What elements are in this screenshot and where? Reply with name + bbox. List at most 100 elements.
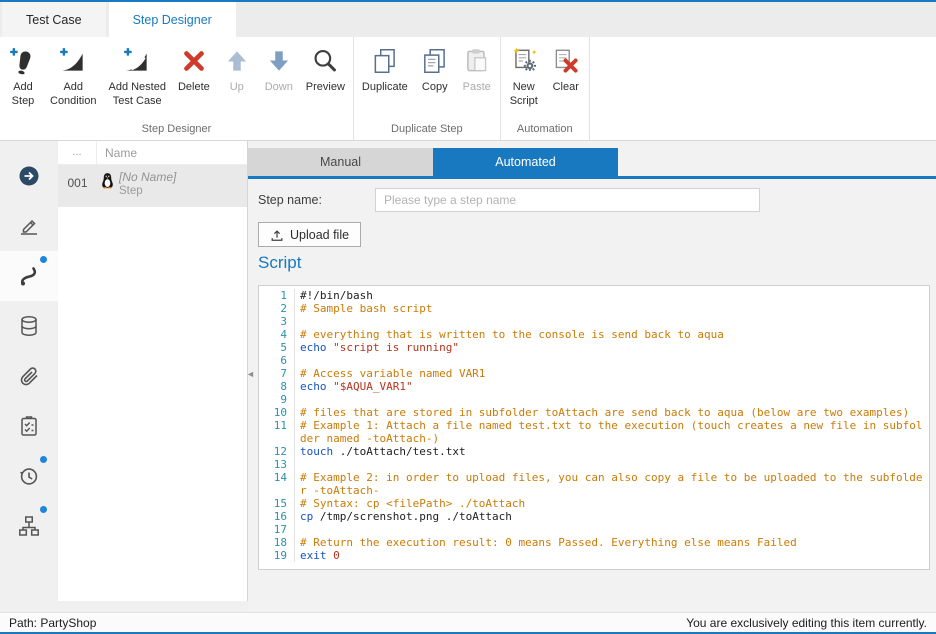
ribbon-buttons-row: Add Step Add Condition Add Nested Test C…: [2, 37, 351, 121]
tab-step-designer[interactable]: Step Designer: [109, 2, 236, 37]
code-line: 15# Syntax: cp <filePath> ./toAttach: [259, 497, 929, 510]
down-button[interactable]: Down: [258, 44, 300, 96]
code-text[interactable]: [295, 315, 926, 328]
history-clock-icon: [17, 464, 41, 488]
status-lock-message: You are exclusively editing this item cu…: [686, 616, 927, 630]
up-arrow-icon: [222, 46, 252, 76]
add-step-icon: [8, 46, 38, 76]
preview-label: Preview: [306, 80, 345, 94]
paste-clipboard-icon: [462, 46, 492, 76]
add-condition-icon: [58, 46, 88, 76]
clear-label: Clear: [553, 80, 579, 94]
delete-button[interactable]: Delete: [172, 44, 216, 96]
sidebar-item-dependencies[interactable]: [0, 501, 58, 551]
panel-collapse-handle[interactable]: ◄: [246, 370, 255, 379]
step-row-text: [No Name] Step: [119, 170, 176, 203]
code-line: 18# Return the execution result: 0 means…: [259, 536, 929, 549]
ribbon-group-automation: New Script Clear Automation: [501, 37, 590, 140]
code-text[interactable]: # Syntax: cp <filePath> ./toAttach: [295, 497, 926, 510]
line-number: 8: [259, 380, 295, 393]
code-text[interactable]: [295, 393, 926, 406]
history-badge: [40, 456, 47, 463]
paste-button[interactable]: Paste: [456, 44, 498, 96]
code-text[interactable]: # Sample bash script: [295, 302, 926, 315]
code-line: 9: [259, 393, 929, 406]
tab-manual[interactable]: Manual: [248, 148, 433, 176]
delete-label: Delete: [178, 80, 210, 94]
upload-label: Upload file: [290, 228, 349, 242]
code-text[interactable]: touch ./toAttach/test.txt: [295, 445, 926, 458]
sidebar-item-edit[interactable]: [0, 201, 58, 251]
new-script-label: New Script: [510, 80, 538, 109]
code-text[interactable]: exit 0: [295, 549, 926, 562]
step-list-header: ... Name: [58, 141, 247, 165]
line-number: 5: [259, 341, 295, 354]
ribbon-buttons-row: Duplicate Copy Paste: [356, 37, 498, 121]
copy-button[interactable]: Copy: [414, 44, 456, 96]
column-header-name[interactable]: Name: [97, 141, 137, 164]
script-code-editor[interactable]: 1#!/bin/bash2# Sample bash script34# eve…: [258, 285, 930, 570]
line-number: 13: [259, 458, 295, 471]
step-row-title: [No Name]: [119, 170, 176, 184]
up-button[interactable]: Up: [216, 44, 258, 96]
steps-badge: [40, 256, 47, 263]
sidebar-item-data[interactable]: [0, 301, 58, 351]
status-bar: Path: PartyShop You are exclusively edit…: [0, 612, 936, 632]
code-text[interactable]: [295, 458, 926, 471]
code-line: 16cp /tmp/screnshot.png ./toAttach: [259, 510, 929, 523]
code-line: 14# Example 2: in order to upload files,…: [259, 471, 929, 497]
code-line: 8echo "$AQUA_VAR1": [259, 380, 929, 393]
sidebar-item-history[interactable]: [0, 451, 58, 501]
code-text[interactable]: # Access variable named VAR1: [295, 367, 926, 380]
step-row[interactable]: 001 [No Name] Step: [58, 165, 247, 207]
code-text[interactable]: # Example 1: Attach a file named test.tx…: [295, 419, 926, 445]
code-line: 12touch ./toAttach/test.txt: [259, 445, 929, 458]
line-number: 19: [259, 549, 295, 562]
data-icon: [17, 314, 41, 338]
line-number: 7: [259, 367, 295, 380]
line-number: 14: [259, 471, 295, 497]
line-number: 18: [259, 536, 295, 549]
code-text[interactable]: # files that are stored in subfolder toA…: [295, 406, 926, 419]
code-text[interactable]: #!/bin/bash: [295, 289, 926, 302]
attachments-paperclip-icon: [17, 364, 41, 388]
column-header-more[interactable]: ...: [58, 141, 97, 164]
down-arrow-icon: [264, 46, 294, 76]
code-text[interactable]: # Return the execution result: 0 means P…: [295, 536, 926, 549]
paste-label: Paste: [463, 80, 491, 94]
clear-button[interactable]: Clear: [545, 44, 587, 96]
new-script-gear-icon: [509, 46, 539, 76]
left-icon-sidebar: [0, 141, 58, 612]
add-condition-button[interactable]: Add Condition: [44, 44, 102, 111]
sidebar-item-navigate[interactable]: [0, 151, 58, 201]
step-row-main: [No Name] Step: [97, 169, 176, 203]
duplicate-button[interactable]: Duplicate: [356, 44, 414, 96]
tab-automated[interactable]: Automated: [433, 148, 618, 176]
step-name-input[interactable]: [375, 188, 760, 212]
preview-magnifier-icon: [310, 46, 340, 76]
code-text[interactable]: [295, 523, 926, 536]
code-text[interactable]: cp /tmp/screnshot.png ./toAttach: [295, 510, 926, 523]
preview-button[interactable]: Preview: [300, 44, 351, 96]
code-text[interactable]: # everything that is written to the cons…: [295, 328, 926, 341]
sidebar-item-checklist[interactable]: [0, 401, 58, 451]
code-line: 11# Example 1: Attach a file named test.…: [259, 419, 929, 445]
sidebar-item-steps[interactable]: [0, 251, 58, 301]
steps-icon: [17, 264, 41, 288]
code-text[interactable]: echo "$AQUA_VAR1": [295, 380, 926, 393]
delete-icon: [179, 46, 209, 76]
code-line: 6: [259, 354, 929, 367]
ribbon-group-label-duplicate-step: Duplicate Step: [356, 121, 498, 140]
add-nested-test-case-button[interactable]: Add Nested Test Case: [102, 44, 171, 111]
code-text[interactable]: # Example 2: in order to upload files, y…: [295, 471, 926, 497]
new-script-button[interactable]: New Script: [503, 44, 545, 111]
step-row-subtitle: Step: [119, 185, 176, 197]
tab-test-case[interactable]: Test Case: [2, 2, 106, 37]
line-number: 9: [259, 393, 295, 406]
step-editor-panel: Manual Automated Step name: Upload file …: [248, 141, 936, 612]
code-text[interactable]: [295, 354, 926, 367]
code-text[interactable]: echo "script is running": [295, 341, 926, 354]
sidebar-item-attachments[interactable]: [0, 351, 58, 401]
upload-file-button[interactable]: Upload file: [258, 222, 361, 247]
add-step-button[interactable]: Add Step: [2, 44, 44, 111]
